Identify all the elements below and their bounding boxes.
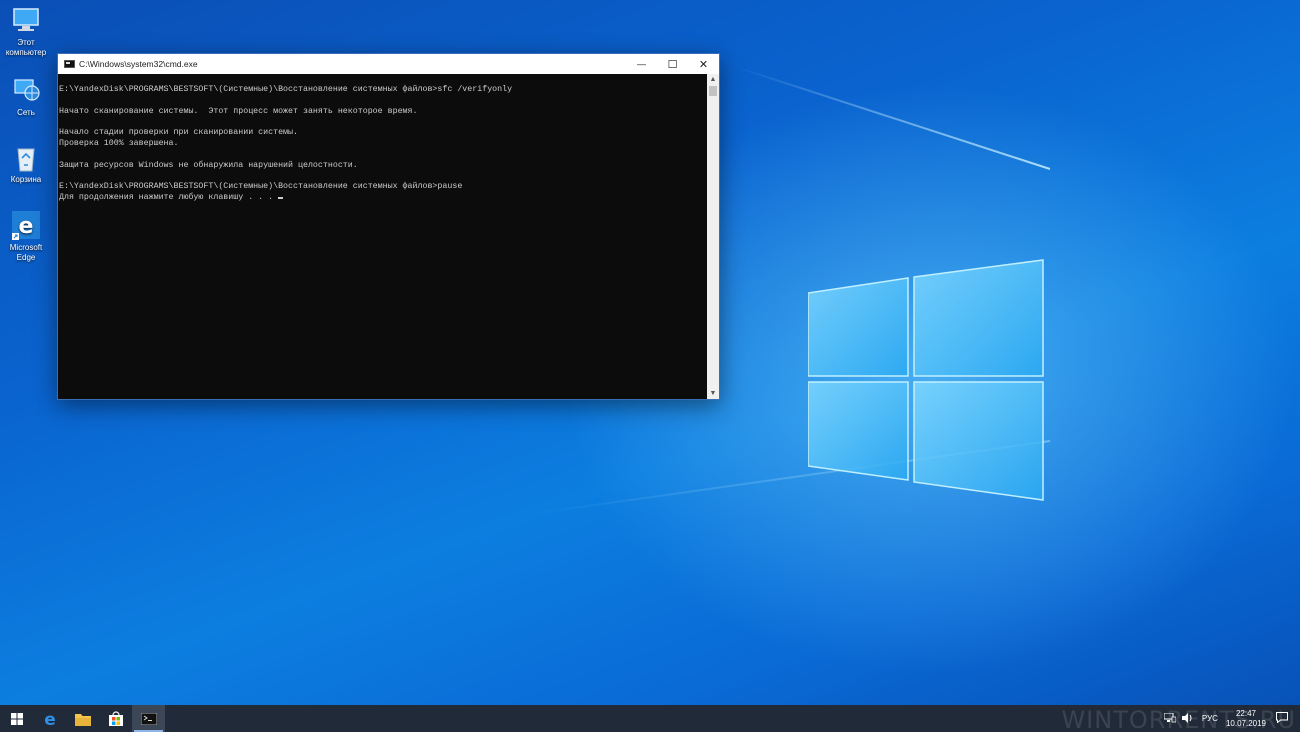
store-icon xyxy=(108,710,123,726)
desktop: Этот компьютер Сеть Корзина e Microsoft … xyxy=(0,0,1300,705)
clock[interactable]: 22:47 10.07.2019 xyxy=(1226,709,1266,729)
cmd-app-icon xyxy=(64,60,75,68)
desktop-icon-network[interactable]: Сеть xyxy=(2,76,50,118)
clock-time: 22:47 xyxy=(1235,708,1256,718)
console-line: Для продолжения нажмите любую клавишу . … xyxy=(59,192,279,202)
svg-text:e: e xyxy=(44,711,56,727)
cmd-icon xyxy=(140,712,157,725)
start-icon xyxy=(10,712,23,725)
taskbar: e РУС 22:47 10.07.2019 WINTORRENTS.RU xyxy=(0,705,1300,732)
windows-logo-wallpaper xyxy=(808,259,1044,501)
network-tray-icon[interactable] xyxy=(1163,712,1177,725)
taskbar-cmd-button[interactable] xyxy=(132,705,165,732)
minimize-icon: — xyxy=(637,59,646,69)
clock-date: 10.07.2019 xyxy=(1225,718,1266,728)
action-center-button[interactable] xyxy=(1276,712,1288,725)
console-line-last: Для продолжения нажмите любую клавишу . … xyxy=(59,193,708,204)
desktop-icon-label: Edge xyxy=(16,253,36,262)
taskbar-file-explorer-button[interactable] xyxy=(66,705,99,732)
wallpaper-beam xyxy=(735,66,1051,170)
desktop-icon-label: Сеть xyxy=(17,108,35,117)
window-controls: — ☐ ✕ xyxy=(626,54,719,74)
scrollbar-thumb[interactable] xyxy=(709,86,717,96)
taskbar-edge-button[interactable]: e xyxy=(33,705,66,732)
text-cursor xyxy=(278,196,284,199)
console-line: Начало стадии проверки при сканировании … xyxy=(59,128,298,138)
window-title: C:\Windows\system32\cmd.exe xyxy=(79,59,198,69)
desktop-icon-this-pc[interactable]: Этот компьютер xyxy=(2,6,50,58)
language-indicator[interactable]: РУС xyxy=(1202,714,1218,723)
maximize-button[interactable]: ☐ xyxy=(657,54,688,74)
scroll-down-arrow-icon[interactable]: ▼ xyxy=(707,388,719,399)
console-line: Защита ресурсов Windows не обнаружила на… xyxy=(59,160,358,170)
svg-text:e: e xyxy=(19,214,34,239)
console-line: E:\YandexDisk\PROGRAMS\BESTSOFT\(Системн… xyxy=(59,182,463,192)
console-line: E:\YandexDisk\PROGRAMS\BESTSOFT\(Системн… xyxy=(59,85,513,94)
desktop-icon-label: компьютер xyxy=(5,48,47,57)
console-line: Проверка 100% завершена. xyxy=(59,138,179,148)
desktop-icon-label: Корзина xyxy=(10,175,42,184)
desktop-icon-label: Этот xyxy=(17,38,35,47)
maximize-icon: ☐ xyxy=(667,58,678,71)
close-button[interactable]: ✕ xyxy=(688,54,719,74)
desktop-icon-label: Microsoft xyxy=(9,243,43,252)
taskbar-store-button[interactable] xyxy=(99,705,132,732)
minimize-button[interactable]: — xyxy=(626,54,657,74)
start-button[interactable] xyxy=(0,705,33,732)
console-line: Начато сканирование системы. Этот процес… xyxy=(59,106,418,116)
system-tray: РУС 22:47 10.07.2019 xyxy=(1163,705,1300,732)
notification-icon xyxy=(1276,712,1288,724)
this-pc-icon xyxy=(10,6,42,36)
vertical-scrollbar[interactable]: ▲ ▼ xyxy=(707,74,719,399)
scroll-up-arrow-icon[interactable]: ▲ xyxy=(707,74,719,85)
cmd-window[interactable]: C:\Windows\system32\cmd.exe — ☐ ✕ E:\Yan… xyxy=(57,53,720,400)
file-explorer-icon xyxy=(74,713,91,726)
recycle-bin-icon xyxy=(10,143,42,173)
desktop-icon-edge[interactable]: e Microsoft Edge xyxy=(2,211,50,263)
cmd-titlebar[interactable]: C:\Windows\system32\cmd.exe — ☐ ✕ xyxy=(58,54,719,74)
close-icon: ✕ xyxy=(698,58,709,71)
network-icon xyxy=(10,76,42,106)
volume-icon[interactable] xyxy=(1181,712,1194,725)
desktop-icon-recycle-bin[interactable]: Корзина xyxy=(2,143,50,185)
edge-icon: e xyxy=(44,711,56,727)
console-output[interactable]: E:\YandexDisk\PROGRAMS\BESTSOFT\(Системн… xyxy=(58,74,708,399)
edge-icon: e xyxy=(10,211,42,241)
